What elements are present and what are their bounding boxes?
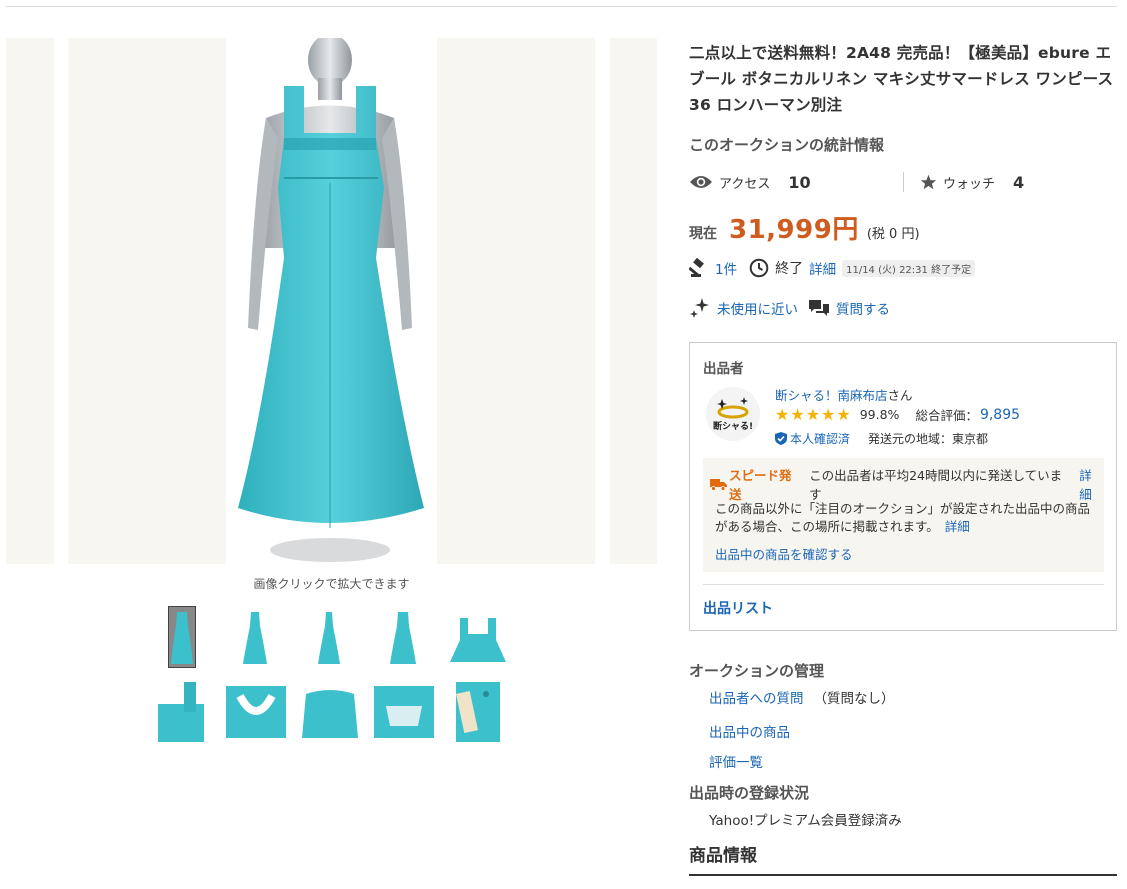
product-info-heading: 商品情報	[689, 836, 1117, 876]
thumbnail-5[interactable]	[448, 614, 508, 662]
price-row: 現在 31,999円 (税 0 円)	[689, 209, 1117, 245]
listing-list-link[interactable]: 出品リスト	[703, 598, 773, 618]
seller-notice: スピード発送 この出品者は平均24時間以内に発送しています 詳細 この商品以外に…	[703, 458, 1104, 572]
registration-value: Yahoo!プレミアム会員登録済み	[709, 813, 902, 829]
registration-heading: 出品時の登録状況	[689, 784, 810, 802]
watch-stat: ウォッチ 4	[903, 172, 1024, 192]
thumbnail-10[interactable]	[456, 682, 500, 742]
speed-text: この出品者は平均24時間以内に発送しています	[809, 468, 1063, 502]
items-item: 出品中の商品	[709, 718, 1117, 748]
previous-slide[interactable]	[6, 38, 54, 564]
eye-icon	[689, 174, 713, 190]
next-slide[interactable]	[610, 38, 657, 564]
dress-image	[238, 38, 424, 562]
star-icon	[920, 174, 937, 190]
seller-name-line: 断シャる！南麻布店さん	[775, 385, 913, 404]
thumbnail-7[interactable]	[226, 686, 286, 738]
avatar-logo-text: 断シャる!	[713, 420, 753, 432]
truck-icon	[710, 478, 727, 491]
total-rating-label: 総合評価：	[915, 408, 978, 423]
thumbnail-1[interactable]	[168, 606, 196, 668]
seller-items-link[interactable]: 出品中の商品	[709, 725, 790, 741]
bid-end-row: 1件 終了 詳細 11/14 (火) 22:31 終了予定	[689, 253, 1117, 283]
stats-heading: このオークションの統計情報	[689, 136, 885, 154]
reviews-item: 評価一覧	[709, 748, 1117, 778]
featured-notice-text: この商品以外に「注目のオークション」が設定された出品中の商品がある場合、この場所…	[715, 501, 1091, 534]
zoom-caption: 画像クリックで拡大できます	[253, 577, 410, 591]
ask-question-link[interactable]: 質問する	[836, 298, 890, 318]
question-item: 出品者への質問 （質問なし）	[709, 684, 1117, 714]
total-rating-link[interactable]: 9,895	[980, 407, 1020, 423]
thumbnail-2[interactable]	[240, 606, 270, 668]
image-carousel	[6, 38, 657, 564]
management-heading: オークションの管理	[689, 662, 825, 680]
auction-management: オークションの管理 出品者への質問 （質問なし） 出品中の商品 評価一覧 出品時の…	[689, 660, 1117, 876]
item-summary: 二点以上で送料無料！2A48 完売品！【極美品】ebure エブール ボタニカル…	[689, 40, 1117, 323]
end-detail-link[interactable]: 詳細	[809, 258, 836, 278]
seller-avatar[interactable]: 断シャる!	[706, 387, 760, 441]
rating-percent: 99.8%	[859, 407, 900, 422]
top-divider	[6, 6, 1117, 7]
seller-divider	[703, 584, 1104, 585]
thumbnail-4[interactable]	[388, 606, 418, 668]
price-label: 現在	[689, 226, 717, 242]
clock-icon	[749, 258, 769, 278]
seller-name-link[interactable]: 断シャる！南麻布店	[775, 388, 888, 403]
rating-stars: ★★★★★	[775, 405, 852, 424]
question-note: （質問なし）	[813, 691, 895, 707]
main-product-photo[interactable]	[68, 38, 595, 564]
access-stat: アクセス 10	[689, 167, 811, 197]
verified-label: 本人確認済	[790, 432, 851, 446]
condition-row: 未使用に近い 質問する	[689, 293, 1117, 323]
check-listings-link[interactable]: 出品中の商品を確認する	[715, 544, 853, 563]
sparkle-icon	[689, 297, 711, 319]
end-date: 11/14 (火) 22:31 終了予定	[842, 259, 976, 277]
stats-row: アクセス 10 ウォッチ 4	[689, 167, 1117, 197]
thumbnail-8[interactable]	[300, 686, 360, 738]
price-tax: (税 0 円)	[866, 227, 920, 242]
seller-panel: 出品者 断シャる! 断シャる！南麻布店さん ★★★★★ 99.8% 総合評価： …	[689, 342, 1117, 631]
current-price: 31,999円	[729, 215, 859, 245]
speed-label: スピード発送	[729, 468, 792, 502]
item-title: 二点以上で送料無料！2A48 完売品！【極美品】ebure エブール ボタニカル…	[689, 44, 1114, 114]
watch-label: ウォッチ	[943, 176, 996, 192]
access-count: 10	[788, 172, 811, 192]
seller-question-link[interactable]: 出品者への質問	[709, 691, 804, 707]
thumbnail-6[interactable]	[158, 682, 204, 742]
verify-row: 本人確認済 発送元の地域：東京都	[775, 430, 988, 447]
thumbnail-9[interactable]	[374, 686, 434, 738]
reviews-link[interactable]: 評価一覧	[709, 755, 763, 771]
speed-shipping-row: スピード発送 この出品者は平均24時間以内に発送しています 詳細	[710, 465, 1104, 503]
chat-icon	[808, 298, 830, 318]
thumbnail-3[interactable]	[314, 606, 344, 668]
verified-icon	[775, 432, 787, 445]
watch-count: 4	[1013, 172, 1025, 192]
end-label: 終了	[775, 261, 804, 277]
ship-region: 発送元の地域：東京都	[868, 432, 989, 446]
condition-label[interactable]: 未使用に近い	[717, 298, 798, 318]
seller-heading: 出品者	[703, 361, 744, 377]
featured-detail-link[interactable]: 詳細	[945, 519, 970, 534]
bid-count-link[interactable]: 1件	[715, 258, 737, 278]
gavel-icon	[689, 258, 709, 278]
dress-photo	[226, 38, 437, 564]
seller-suffix: さん	[887, 388, 913, 403]
access-label: アクセス	[719, 176, 771, 192]
speed-detail-link[interactable]: 詳細	[1079, 465, 1104, 503]
featured-notice: この商品以外に「注目のオークション」が設定された出品中の商品がある場合、この場所…	[715, 500, 1095, 536]
rating-row: ★★★★★ 99.8% 総合評価： 9,895	[775, 405, 1020, 424]
